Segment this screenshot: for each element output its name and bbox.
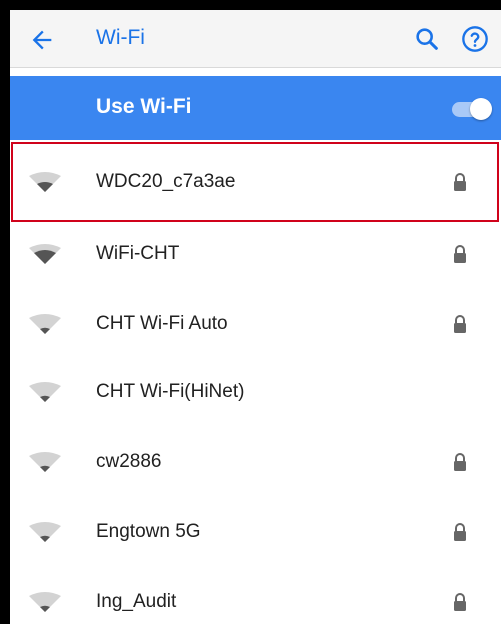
network-item[interactable]: cw2886 — [10, 430, 501, 494]
wifi-signal-icon — [29, 244, 61, 264]
help-circle-icon[interactable] — [461, 25, 489, 53]
use-wifi-row[interactable]: Use Wi-Fi — [10, 76, 501, 140]
wifi-toggle-switch[interactable] — [452, 98, 494, 120]
page-title: Wi-Fi — [96, 26, 145, 49]
network-name: CHT Wi-Fi(HiNet) — [96, 381, 245, 402]
network-name: CHT Wi-Fi Auto — [96, 313, 228, 334]
wifi-settings-screen: Wi-Fi Use Wi-Fi WDC20_c7a3ae WiFi-CHT CH… — [10, 10, 501, 624]
wifi-signal-icon — [29, 592, 61, 612]
use-wifi-label: Use Wi-Fi — [96, 95, 192, 118]
wifi-signal-icon — [29, 382, 61, 402]
network-name: WDC20_c7a3ae — [96, 171, 236, 192]
network-name: Ing_Audit — [96, 591, 177, 612]
lock-icon — [454, 593, 466, 611]
network-name: Engtown 5G — [96, 521, 201, 542]
search-icon[interactable] — [413, 25, 441, 53]
wifi-signal-icon — [29, 452, 61, 472]
wifi-signal-icon — [29, 172, 61, 192]
network-item[interactable]: WDC20_c7a3ae — [10, 150, 501, 214]
network-item[interactable]: WiFi-CHT — [10, 222, 501, 286]
lock-icon — [454, 173, 466, 191]
wifi-signal-icon — [29, 522, 61, 542]
network-name: cw2886 — [96, 451, 162, 472]
switch-thumb — [470, 98, 492, 120]
lock-icon — [454, 245, 466, 263]
network-item[interactable]: CHT Wi-Fi(HiNet) — [10, 360, 501, 424]
arrow-left-icon[interactable] — [28, 26, 56, 54]
lock-icon — [454, 315, 466, 333]
app-bar: Wi-Fi — [10, 10, 501, 68]
network-item[interactable]: CHT Wi-Fi Auto — [10, 292, 501, 356]
lock-icon — [454, 453, 466, 471]
network-name: WiFi-CHT — [96, 243, 180, 264]
wifi-signal-icon — [29, 314, 61, 334]
network-item[interactable]: Ing_Audit — [10, 570, 501, 624]
lock-icon — [454, 523, 466, 541]
network-item[interactable]: Engtown 5G — [10, 500, 501, 564]
